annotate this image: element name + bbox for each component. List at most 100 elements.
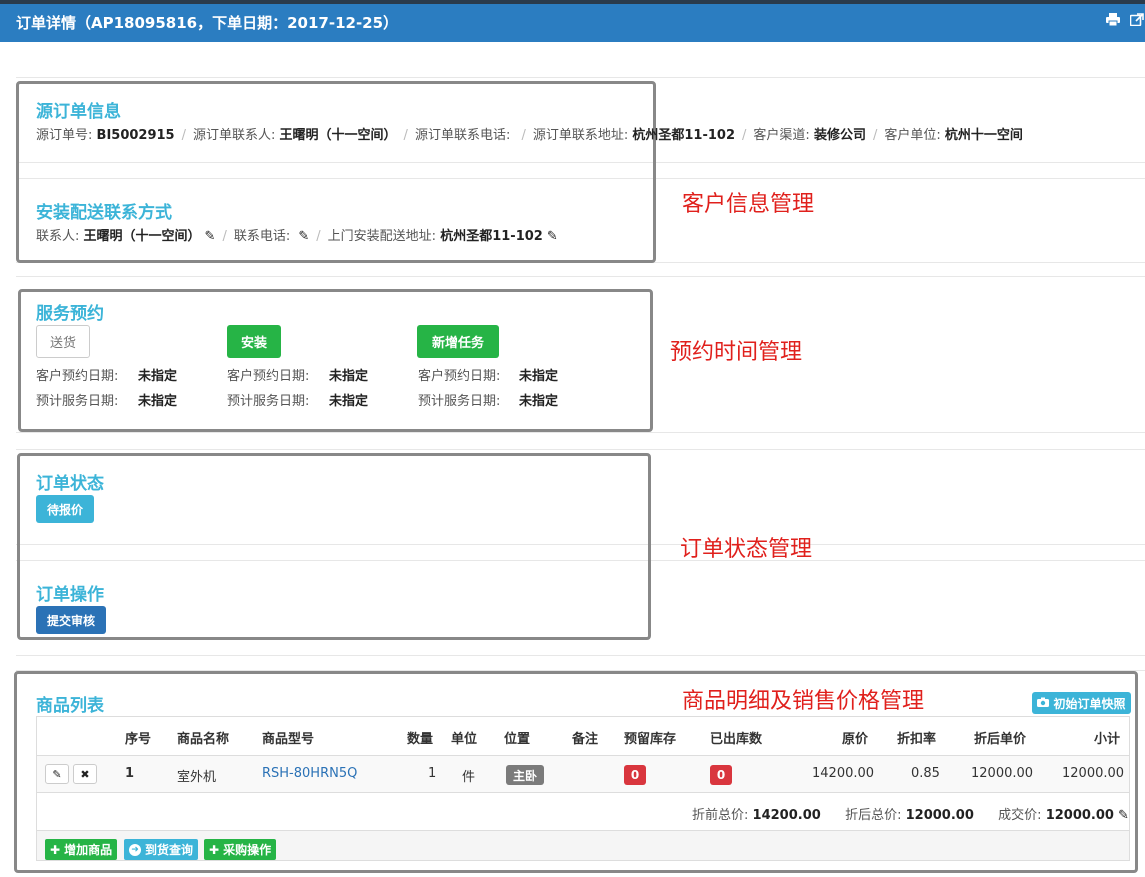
snapshot-button[interactable]: 初始订单快照 [1032,692,1131,714]
column-header: 备注 [572,732,599,747]
column-header: 商品名称 [177,732,230,747]
print-icon[interactable] [1106,13,1120,30]
customer-date-label: 客户预约日期: [418,369,501,384]
delivery-address: 杭州圣都11-102 [440,229,543,244]
pencil-icon[interactable]: ✎ [547,229,558,244]
arrow-circle-icon: ➜ [129,843,141,856]
product-name: 室外机 [177,770,217,785]
contact-phone-label: 联系电话: [233,229,291,244]
pencil-icon[interactable]: ✎ [205,229,216,244]
pre-total-value: 14200.00 [752,808,821,823]
column-header: 数量 [407,732,434,747]
arrival-query-button[interactable]: ➜ 到货查询 [124,839,199,860]
delivery-contact-title: 安装配送联系方式 [36,203,172,223]
column-header: 单位 [451,732,478,747]
shipped-count-badge: 0 [710,765,732,785]
service-date-label: 预计服务日期: [227,394,310,409]
source-address-label: 源订单联系地址: [532,128,629,143]
page-header: 订单详情（AP18095816，下单日期：2017-12-25） [0,0,1145,42]
page-title: 订单详情（AP18095816，下单日期：2017-12-25） [16,14,399,32]
product-unit: 件 [462,770,476,785]
status-badge: 待报价 [36,495,94,523]
post-total-label: 折后总价: [845,808,902,823]
original-price: 14200.00 [812,766,875,781]
annotation-status: 订单状态管理 [680,537,813,562]
delivery-address-label: 上门安装配送地址: [327,229,437,244]
customer-date-value: 未指定 [329,369,369,384]
customer-date-value: 未指定 [138,369,178,384]
location-badge: 主卧 [506,765,544,785]
pre-total-label: 折前总价: [692,808,749,823]
pencil-icon[interactable]: ✎ [298,229,309,244]
order-status-panel [17,453,651,640]
customer-date-label: 客户预约日期: [36,369,119,384]
service-booking-title: 服务预约 [36,304,104,324]
row-index: 1 [125,766,135,781]
source-phone-label: 源订单联系电话: [414,128,511,143]
totals-row: 折前总价: 14200.00 折后总价: 12000.00 成交价: 12000… [692,804,1129,823]
column-header: 预留库存 [624,732,677,747]
source-contact: 王曙明（十一空间） [279,128,397,143]
service-date-value: 未指定 [329,394,369,409]
divider [16,449,1145,450]
annotation-products: 商品明细及销售价格管理 [682,689,925,714]
post-total-value: 12000.00 [905,808,974,823]
annotation-customer: 客户信息管理 [682,192,815,217]
deal-price-label: 成交价: [998,808,1042,823]
close-icon: ✖ [80,767,90,781]
divider [16,432,1145,433]
column-header: 折后单价 [974,732,1027,747]
discounted-price: 12000.00 [971,766,1034,781]
service-date-value: 未指定 [519,394,559,409]
subtotal: 12000.00 [1062,766,1125,781]
divider [16,276,1145,277]
annotation-booking: 预约时间管理 [670,340,803,365]
column-header: 序号 [125,732,152,747]
plus-icon: ✚ [209,842,220,857]
discount-rate: 0.85 [911,766,940,781]
divider [16,77,1145,78]
external-link-icon[interactable] [1129,13,1144,30]
pencil-icon[interactable]: ✎ [1118,808,1129,823]
customer-unit: 杭州十一空间 [944,128,1023,143]
product-model-link[interactable]: RSH-80HRN5Q [262,766,357,781]
customer-unit-label: 客户单位: [884,128,941,143]
table-footer [37,830,1129,860]
booking-panel [18,289,653,432]
camera-icon [1037,696,1050,710]
product-qty: 1 [428,766,437,781]
column-header: 已出库数 [710,732,763,747]
customer-channel: 装修公司 [813,128,866,143]
column-header: 位置 [504,732,531,747]
delivery-contact-fields: 联系人: 王曙明（十一空间） ✎ / 联系电话: ✎ / 上门安装配送地址: 杭州圣都11… [36,229,558,244]
source-order-no-label: 源订单号: [36,128,93,143]
column-header: 商品型号 [262,732,315,747]
customer-channel-label: 客户渠道: [753,128,810,143]
source-order-no: BI5002915 [96,128,175,143]
source-order-title: 源订单信息 [36,102,121,122]
plus-icon: ✚ [50,842,61,857]
service-date-label: 预计服务日期: [36,394,119,409]
add-task-button[interactable]: 新增任务 [417,325,499,358]
order-status-title: 订单状态 [36,474,104,494]
pencil-icon: ✎ [52,767,62,781]
purchase-label: 采购操作 [223,843,272,857]
order-ops-title: 订单操作 [36,585,104,605]
service-date-label: 预计服务日期: [418,394,501,409]
customer-date-label: 客户预约日期: [227,369,310,384]
customer-date-value: 未指定 [519,369,559,384]
column-header: 折扣率 [897,732,937,747]
install-button[interactable]: 安装 [227,325,281,358]
product-list-title: 商品列表 [36,696,104,716]
add-product-label: 增加商品 [64,843,113,857]
delivery-button[interactable]: 送货 [36,325,90,358]
edit-row-button[interactable]: ✎ [45,764,69,784]
delete-row-button[interactable]: ✖ [73,764,97,784]
service-date-value: 未指定 [138,394,178,409]
contact-label: 联系人: [36,229,80,244]
purchase-button[interactable]: ✚ 采购操作 [204,839,277,860]
add-product-button[interactable]: ✚ 增加商品 [45,839,118,860]
submit-review-button[interactable]: 提交审核 [36,606,106,634]
source-order-fields: 源订单号: BI5002915/源订单联系人: 王曙明（十一空间） / 源订单联系电… [36,128,1023,143]
deal-price-value: 12000.00 [1045,808,1114,823]
